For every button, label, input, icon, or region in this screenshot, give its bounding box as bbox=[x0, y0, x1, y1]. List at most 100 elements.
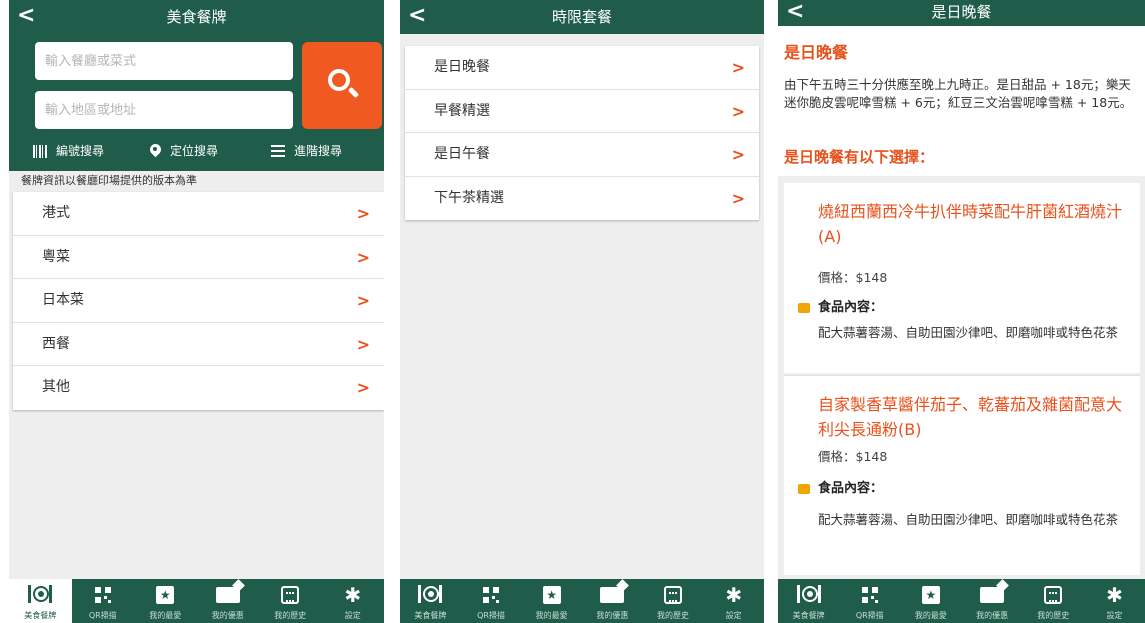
category-item[interactable]: 其他 > bbox=[13, 366, 384, 410]
tab-label: 設定 bbox=[1106, 611, 1123, 620]
tab-history[interactable]: 我的歷史 bbox=[259, 579, 322, 623]
tab-menu[interactable]: 美食餐牌 bbox=[778, 579, 839, 623]
set-meal-item[interactable]: 下午茶精選 > bbox=[405, 177, 759, 221]
category-item[interactable]: 西餐 > bbox=[13, 323, 384, 366]
dish-icon bbox=[28, 584, 53, 606]
options-heading: 是日晚餐有以下選擇： bbox=[784, 148, 935, 166]
bookmark-star-icon bbox=[156, 586, 175, 604]
category-item[interactable]: 日本菜 > bbox=[13, 279, 384, 323]
area-search-input[interactable] bbox=[35, 91, 293, 129]
category-label: 港式 bbox=[42, 205, 70, 221]
ticket-icon bbox=[215, 587, 240, 603]
chevron-right-icon: > bbox=[356, 334, 370, 354]
restaurant-search-field[interactable] bbox=[35, 42, 293, 80]
search-button[interactable] bbox=[302, 42, 382, 129]
tab-offers[interactable]: 我的優惠 bbox=[962, 579, 1023, 623]
tab-label: 我的歷史 bbox=[1037, 611, 1070, 620]
ticket-icon bbox=[600, 587, 625, 603]
category-item[interactable]: 港式 > bbox=[13, 192, 384, 236]
tab-menu[interactable]: 美食餐牌 bbox=[9, 579, 72, 623]
tab-qr-scan[interactable]: QR掃描 bbox=[839, 579, 900, 623]
location-search-link[interactable]: 定位搜尋 bbox=[150, 139, 218, 163]
tab-favorites[interactable]: 我的最愛 bbox=[521, 579, 582, 623]
option-card[interactable]: 自家製香草醬伴茄子、乾蕃茄及雜菌配意大利尖長通粉(B) 價格：$148 食品內容… bbox=[784, 375, 1140, 575]
tab-label: 我的最愛 bbox=[535, 611, 568, 620]
menu-lines-icon bbox=[271, 145, 285, 157]
set-meal-label: 是日午餐 bbox=[434, 146, 490, 162]
category-item[interactable]: 粵菜 > bbox=[13, 236, 384, 279]
bottom-tab-bar: 美食餐牌 QR掃描 我的最愛 我的優惠 我的歷史 ✱ 設定 bbox=[778, 579, 1145, 623]
set-meal-item[interactable]: 是日午餐 > bbox=[405, 133, 759, 177]
tab-history[interactable]: 我的歷史 bbox=[1023, 579, 1084, 623]
qr-icon bbox=[861, 587, 878, 603]
tab-favorites[interactable]: 我的最愛 bbox=[900, 579, 961, 623]
calendar-icon bbox=[1044, 586, 1063, 604]
info-bubble-icon bbox=[798, 303, 810, 313]
tab-settings[interactable]: ✱ 設定 bbox=[703, 579, 764, 623]
tab-label: 我的歷史 bbox=[274, 611, 307, 620]
barcode-icon bbox=[33, 144, 47, 158]
calendar-icon bbox=[281, 586, 300, 604]
tab-favorites[interactable]: 我的最愛 bbox=[134, 579, 197, 623]
area-search-field[interactable] bbox=[35, 91, 293, 129]
tab-offers[interactable]: 我的優惠 bbox=[582, 579, 643, 623]
chevron-right-icon: > bbox=[356, 291, 370, 310]
category-label: 其他 bbox=[42, 379, 70, 395]
option-name: 燒紐西蘭西冷牛扒伴時菜配牛肝菌紅酒燒汁(A) bbox=[818, 202, 1123, 246]
options-list: 燒紐西蘭西冷牛扒伴時菜配牛肝菌紅酒燒汁(A) 價格：$148 食品內容： 配大蒜… bbox=[778, 176, 1145, 579]
tab-settings[interactable]: ✱ 設定 bbox=[1084, 579, 1145, 623]
category-label: 日本菜 bbox=[42, 292, 84, 308]
number-search-link[interactable]: 編號搜尋 bbox=[33, 139, 104, 163]
option-card[interactable]: 燒紐西蘭西冷牛扒伴時菜配牛肝菌紅酒燒汁(A) 價格：$148 食品內容： 配大蒜… bbox=[784, 183, 1140, 373]
chevron-right-icon: > bbox=[731, 101, 745, 121]
page-title: 是日晚餐 bbox=[931, 3, 992, 21]
tab-label: QR掃描 bbox=[855, 611, 884, 620]
tab-label: 美食餐牌 bbox=[24, 611, 57, 620]
tab-menu[interactable]: 美食餐牌 bbox=[400, 579, 461, 623]
tab-label: 我的最愛 bbox=[149, 611, 182, 620]
tab-label: 設定 bbox=[344, 611, 361, 620]
bookmark-star-icon bbox=[921, 586, 940, 604]
tab-label: 我的優惠 bbox=[976, 611, 1009, 620]
top-bar: < 時限套餐 bbox=[400, 0, 764, 34]
bottom-tab-bar: 美食餐牌 QR掃描 我的最愛 我的優惠 我的歷史 ✱ 設定 bbox=[400, 579, 764, 623]
qr-icon bbox=[94, 587, 111, 603]
calendar-icon bbox=[664, 586, 683, 604]
category-list: 港式 > 粵菜 > 日本菜 > 西餐 > 其他 > bbox=[13, 192, 384, 410]
tab-label: 我的最愛 bbox=[914, 611, 947, 620]
set-meal-item[interactable]: 早餐精選 > bbox=[405, 90, 759, 133]
tab-settings[interactable]: ✱ 設定 bbox=[322, 579, 385, 623]
ticket-icon bbox=[980, 587, 1005, 603]
option-contents: 配大蒜薯蓉湯、自助田園沙律吧、即磨咖啡或特色花茶 bbox=[818, 512, 1119, 527]
search-icon bbox=[328, 69, 350, 91]
set-description: 由下午五時三十分供應至晚上九時正。是日甜品 + 18元；樂天迷你脆皮雲呢嗱雪糕 … bbox=[784, 77, 1133, 110]
tab-label: 我的優惠 bbox=[596, 611, 629, 620]
set-meal-item[interactable]: 是日晚餐 > bbox=[405, 46, 759, 90]
number-search-label: 編號搜尋 bbox=[56, 144, 105, 158]
tab-history[interactable]: 我的歷史 bbox=[643, 579, 704, 623]
chevron-right-icon: > bbox=[356, 378, 370, 397]
search-options: 編號搜尋 定位搜尋 進階搜尋 bbox=[9, 139, 384, 163]
top-bar: < 是日晚餐 bbox=[778, 0, 1145, 26]
tab-qr-scan[interactable]: QR掃描 bbox=[461, 579, 522, 623]
set-detail-content: 是日晚餐 由下午五時三十分供應至晚上九時正。是日甜品 + 18元；樂天迷你脆皮雲… bbox=[778, 26, 1145, 579]
chevron-right-icon: > bbox=[731, 58, 745, 77]
map-pin-icon bbox=[150, 144, 161, 158]
restaurant-search-input[interactable] bbox=[35, 42, 293, 80]
screen-menu-search: < 美食餐牌 編號搜尋 定位搜尋 進階搜尋 餐牌資訊以餐廳印場 bbox=[9, 0, 384, 623]
chevron-right-icon: > bbox=[731, 145, 745, 164]
set-meal-label: 早餐精選 bbox=[434, 102, 490, 119]
tab-offers[interactable]: 我的優惠 bbox=[197, 579, 260, 623]
gear-icon: ✱ bbox=[725, 583, 743, 607]
dish-icon bbox=[796, 584, 821, 606]
option-contents-label: 食品內容： bbox=[818, 300, 884, 315]
category-label: 西餐 bbox=[42, 335, 70, 352]
tab-qr-scan[interactable]: QR掃描 bbox=[72, 579, 135, 623]
option-price: 價格：$148 bbox=[818, 449, 888, 464]
option-contents-label: 食品內容： bbox=[818, 481, 884, 496]
chevron-right-icon: > bbox=[356, 247, 370, 267]
qr-icon bbox=[483, 587, 499, 603]
bookmark-star-icon bbox=[542, 586, 561, 604]
advanced-search-link[interactable]: 進階搜尋 bbox=[271, 139, 342, 163]
gear-icon: ✱ bbox=[344, 583, 362, 607]
